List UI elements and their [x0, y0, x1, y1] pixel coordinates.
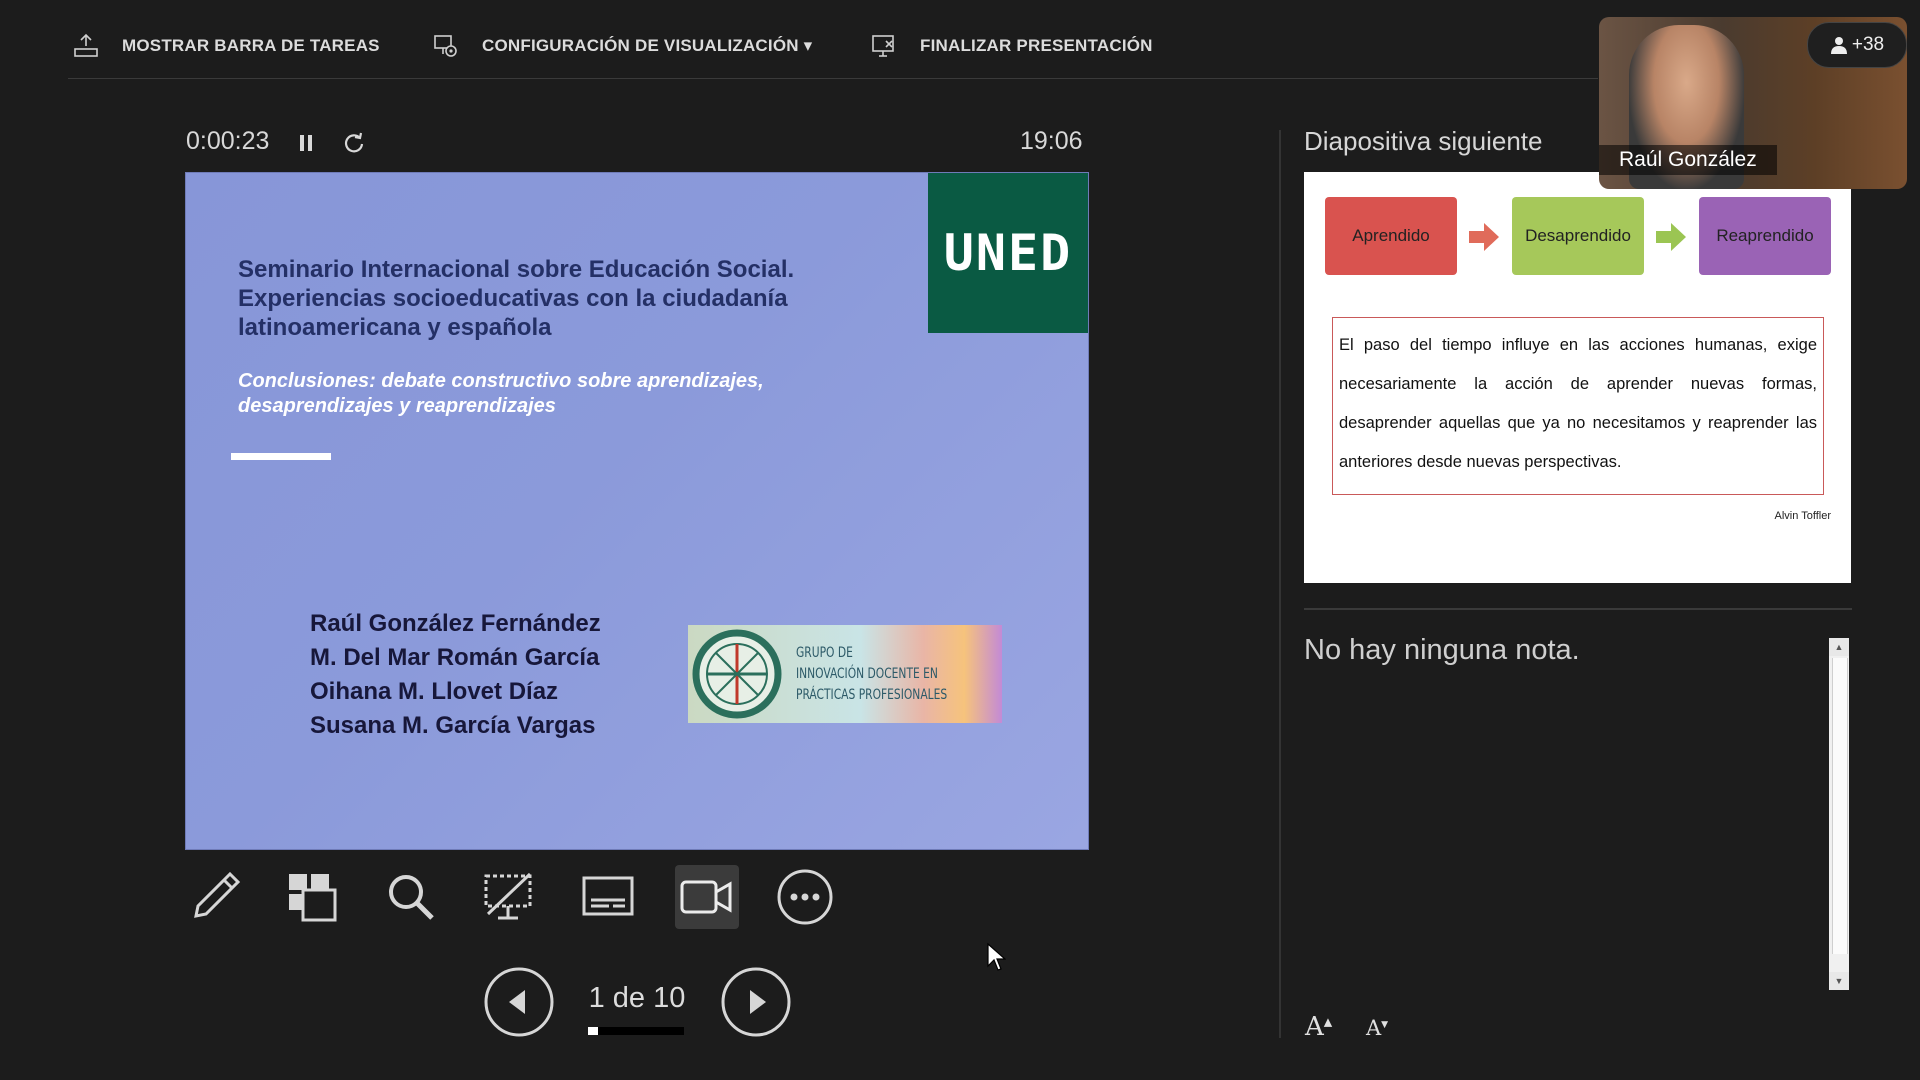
next-slide-preview[interactable]: Aprendido Desaprendido Reaprendido El pa…: [1304, 172, 1851, 583]
camera-toggle-button[interactable]: [675, 865, 739, 929]
mouse-cursor-icon: [987, 942, 1006, 971]
pen-tool-button[interactable]: [183, 865, 247, 929]
magnifier-icon: [389, 875, 434, 920]
author-name: Oihana M. Llovet Díaz: [310, 678, 559, 705]
author-name: M. Del Mar Román García: [310, 644, 600, 671]
more-options-button[interactable]: [773, 865, 837, 929]
elapsed-timer: 0:00:23: [186, 127, 270, 155]
pause-icon[interactable]: [292, 128, 320, 158]
speaker-notes[interactable]: No hay ninguna nota.: [1304, 634, 1580, 667]
restart-timer-icon[interactable]: [340, 128, 368, 158]
compass-icon: [692, 629, 782, 719]
current-time: 19:06: [1020, 127, 1083, 155]
end-presentation-button[interactable]: FINALIZAR PRESENTACIÓN: [870, 30, 1153, 62]
camera-icon: [680, 880, 732, 914]
display-settings-label: CONFIGURACIÓN DE VISUALIZACIÓN ▾: [482, 36, 813, 55]
screen-off-icon: [484, 872, 532, 920]
show-taskbar-label: MOSTRAR BARRA DE TAREAS: [122, 36, 380, 55]
display-settings-button[interactable]: CONFIGURACIÓN DE VISUALIZACIÓN ▾: [432, 30, 812, 62]
end-presentation-label: FINALIZAR PRESENTACIÓN: [920, 36, 1153, 55]
slide-authors: Raúl González Fernández M. Del Mar Román…: [310, 607, 601, 743]
scroll-down-icon[interactable]: ▼: [1829, 972, 1849, 990]
slide-subtitle: Conclusiones: debate constructivo sobre …: [238, 370, 764, 417]
notes-scrollbar[interactable]: ▲ ▼: [1829, 638, 1849, 990]
author-name: Raúl González Fernández: [310, 610, 601, 637]
notes-divider[interactable]: [1304, 608, 1852, 610]
caret-down-icon: ▼: [1381, 1020, 1389, 1030]
uned-logo: UNED: [928, 173, 1088, 333]
slide-progress-fill: [588, 1027, 598, 1035]
quote-text: El paso del tiempo influye en las accion…: [1332, 317, 1824, 495]
black-screen-button[interactable]: [477, 865, 541, 929]
increase-font-label: A: [1305, 1012, 1324, 1042]
more-options-icon: [777, 869, 833, 925]
scroll-up-icon[interactable]: ▲: [1829, 638, 1849, 656]
zoom-button[interactable]: [379, 865, 443, 929]
current-slide[interactable]: UNED Seminario Internacional sobre Educa…: [185, 172, 1089, 850]
caret-up-icon: ▲: [1323, 1015, 1333, 1029]
taskbar-icon: [74, 33, 98, 57]
camera-name-label: Raúl González: [1599, 145, 1777, 175]
quote-author: Alvin Toffler: [1774, 510, 1831, 522]
participants-badge[interactable]: +38: [1807, 22, 1907, 68]
decrease-font-label: A: [1366, 1016, 1382, 1040]
next-slide-heading: Diapositiva siguiente: [1304, 126, 1543, 156]
slide-accent-bar: [231, 453, 331, 460]
relearned-box: Reaprendido: [1699, 197, 1831, 275]
presenter-toolbar: MOSTRAR BARRA DE TAREAS CONFIGURACIÓN DE…: [68, 0, 1598, 79]
end-presentation-icon: [872, 35, 894, 57]
slide-progress-bar: [588, 1027, 684, 1035]
slide-title: Seminario Internacional sobre Educación …: [238, 256, 795, 341]
learned-box: Aprendido: [1325, 197, 1457, 275]
see-all-slides-button[interactable]: [280, 865, 344, 929]
subtitles-button[interactable]: [576, 865, 640, 929]
person-icon: [1830, 37, 1847, 54]
show-taskbar-button[interactable]: MOSTRAR BARRA DE TAREAS: [72, 30, 380, 62]
uned-logo-text: UNED: [943, 224, 1073, 282]
panel-divider[interactable]: [1279, 130, 1281, 1038]
participants-count: +38: [1851, 34, 1885, 55]
decrease-font-button[interactable]: A▼: [1366, 1016, 1388, 1050]
innovation-group-logo-text: GRUPO DE INNOVACIÓN DOCENTE EN PRÁCTICAS…: [796, 644, 948, 703]
display-settings-icon: [434, 35, 457, 57]
slide-counter[interactable]: 1 de 10: [575, 982, 699, 1015]
arrow-right-icon: [1469, 223, 1499, 251]
author-name: Susana M. García Vargas: [310, 712, 596, 739]
previous-slide-button[interactable]: [484, 967, 554, 1037]
increase-font-button[interactable]: A▲: [1305, 1012, 1332, 1046]
subtitles-icon: [582, 876, 634, 916]
next-slide-button[interactable]: [721, 967, 791, 1037]
pen-icon: [194, 871, 241, 918]
all-slides-icon: [289, 874, 337, 922]
innovation-group-logo: GRUPO DE INNOVACIÓN DOCENTE EN PRÁCTICAS…: [688, 625, 1002, 723]
scrollbar-thumb[interactable]: [1832, 658, 1848, 954]
unlearned-box: Desaprendido: [1512, 197, 1644, 275]
arrow-right-icon: [1656, 223, 1686, 251]
